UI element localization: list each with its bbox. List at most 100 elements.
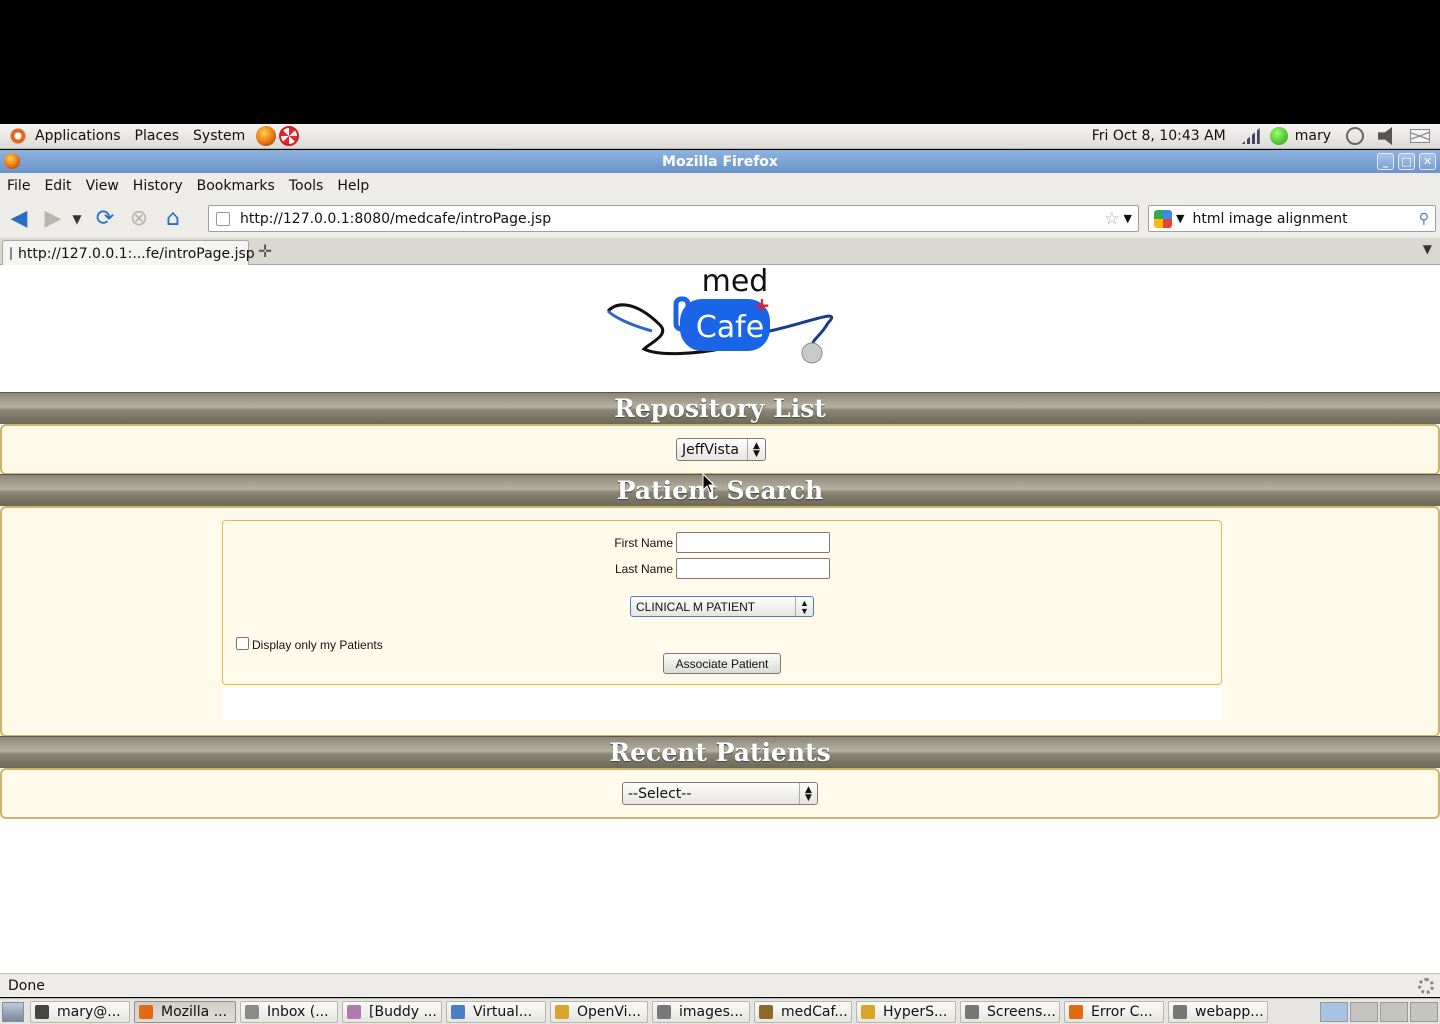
home-icon[interactable]: ⌂ — [158, 204, 188, 234]
network-signal-icon[interactable] — [1241, 128, 1260, 144]
taskbar-button[interactable]: webapp... — [1168, 1000, 1268, 1023]
recent-patients-header: Recent Patients — [0, 736, 1440, 768]
patient-search-form: First Name Last Name CLINICAL M PATIENT … — [222, 520, 1222, 685]
repository-select-value: JeffVista — [682, 441, 739, 458]
last-name-field[interactable] — [676, 558, 830, 579]
taskbar-button[interactable]: Screens... — [960, 1000, 1060, 1023]
tab-intro-page[interactable]: http://127.0.0.1:...fe/introPage.jsp — [2, 240, 255, 266]
maximize-icon[interactable]: □ — [1398, 153, 1415, 170]
places-menu[interactable]: Places — [128, 124, 187, 149]
recent-patients-select-value: --Select-- — [628, 785, 692, 802]
browser-menubar: File Edit View History Bookmarks Tools H… — [0, 173, 1440, 199]
taskbar-button[interactable]: Error C... — [1064, 1000, 1164, 1023]
tab-list-chevron-icon[interactable]: ▼ — [1423, 242, 1432, 256]
medcafe-logo: + med Cafe — [606, 265, 834, 364]
volume-icon[interactable] — [1378, 127, 1392, 145]
taskbar-button-label: Mozilla ... — [161, 1003, 228, 1020]
window-title: Mozilla Firefox — [662, 153, 778, 170]
back-arrow-icon[interactable]: ◀ — [4, 204, 34, 234]
workspace-4[interactable] — [1410, 1001, 1438, 1022]
taskbar-button[interactable]: Virtual... — [446, 1000, 546, 1023]
panel-username[interactable]: mary — [1288, 124, 1338, 149]
menu-help[interactable]: Help — [330, 178, 376, 194]
bookmark-star-icon[interactable]: ☆ — [1104, 209, 1119, 229]
menu-history[interactable]: History — [126, 178, 190, 194]
search-bar[interactable]: ▼ html image alignment ⚲ — [1148, 205, 1436, 232]
window-icon — [965, 1004, 979, 1019]
hypersnap-icon — [861, 1004, 875, 1019]
patient-select[interactable]: CLINICAL M PATIENT ▲ ▼ — [630, 596, 814, 617]
workspace-3[interactable] — [1380, 1001, 1408, 1022]
web-page: + med Cafe Repository List JeffVista ▲ ▼ … — [0, 265, 1440, 973]
taskbar-button[interactable]: images... — [652, 1000, 750, 1023]
taskbar-button-label: Inbox (... — [267, 1003, 329, 1020]
taskbar-button[interactable]: OpenVi... — [550, 1000, 648, 1023]
menu-view[interactable]: View — [79, 178, 126, 194]
stop-icon[interactable]: ⊗ — [124, 204, 154, 234]
system-menu[interactable]: System — [186, 124, 252, 149]
tab-title: http://127.0.0.1:...fe/introPage.jsp — [18, 245, 255, 262]
taskbar-button-label: [Buddy ... — [369, 1003, 437, 1020]
recent-patients-select[interactable]: --Select-- ▲ ▼ — [622, 782, 818, 805]
taskbar-button-label: Error C... — [1091, 1003, 1153, 1020]
address-text[interactable]: http://127.0.0.1:8080/medcafe/introPage.… — [240, 211, 1104, 227]
menu-file[interactable]: File — [0, 178, 37, 194]
taskbar-button[interactable]: Inbox (... — [240, 1000, 338, 1023]
window-icon — [657, 1004, 671, 1019]
display-only-my-patients-checkbox[interactable] — [236, 637, 249, 650]
help-launcher-icon[interactable] — [279, 126, 300, 146]
menu-tools[interactable]: Tools — [282, 178, 331, 194]
workspace-1[interactable] — [1320, 1001, 1348, 1022]
taskbar-button[interactable]: medCaf... — [754, 1000, 852, 1023]
taskbar-button[interactable]: [Buddy ... — [342, 1000, 442, 1023]
mail-notification-icon[interactable] — [1410, 129, 1430, 143]
repository-select[interactable]: JeffVista ▲ ▼ — [676, 438, 766, 461]
status-text: Done — [8, 977, 45, 994]
new-tab-icon[interactable]: ✛ — [258, 242, 272, 262]
taskbar-button[interactable]: Mozilla ... — [134, 1000, 236, 1023]
address-bar[interactable]: http://127.0.0.1:8080/medcafe/introPage.… — [208, 205, 1139, 232]
menu-edit[interactable]: Edit — [37, 178, 78, 194]
mail-icon — [245, 1004, 259, 1019]
minimize-icon[interactable]: _ — [1377, 153, 1394, 170]
taskbar-button-label: HyperS... — [883, 1003, 948, 1020]
taskbar-button[interactable]: mary@... — [30, 1000, 130, 1023]
browser-statusbar: Done — [0, 973, 1440, 997]
logo-cafe-text: Cafe — [696, 310, 764, 345]
panel-clock[interactable]: Fri Oct 8, 10:43 AM — [1082, 128, 1236, 144]
address-dropdown-icon[interactable]: ▼ — [1124, 212, 1132, 225]
window-icon — [1173, 1004, 1187, 1019]
task-list: mary@... Mozilla ... Inbox (... [Buddy ... V… — [30, 1000, 1272, 1023]
terminal-icon — [35, 1004, 49, 1019]
taskbar-button[interactable]: HyperS... — [856, 1000, 956, 1023]
applications-menu[interactable]: Applications — [28, 124, 128, 149]
repository-list-header: Repository List — [0, 392, 1440, 424]
google-engine-icon[interactable] — [1154, 209, 1172, 228]
search-icon[interactable]: ⚲ — [1419, 211, 1429, 227]
firefox-window-icon[interactable] — [4, 153, 20, 169]
site-identity-icon[interactable] — [216, 211, 230, 226]
history-dropdown-icon[interactable]: ▼ — [68, 204, 86, 234]
show-desktop-icon[interactable] — [2, 1001, 24, 1022]
reload-icon[interactable]: ⟳ — [90, 204, 120, 234]
forward-arrow-icon[interactable]: ▶ — [38, 204, 68, 234]
logo-med-text: med — [702, 265, 769, 299]
addon-gear-icon[interactable] — [1418, 978, 1434, 994]
close-icon[interactable]: ✕ — [1419, 153, 1436, 170]
firefox-launcher-icon[interactable] — [256, 126, 277, 146]
search-engine-dropdown-icon[interactable]: ▼ — [1176, 212, 1184, 225]
page-favicon-icon — [10, 247, 12, 260]
select-arrows-icon: ▲ ▼ — [747, 439, 765, 460]
tab-strip: http://127.0.0.1:...fe/introPage.jsp ✛ ▼ — [0, 238, 1440, 266]
select-arrows-icon: ▲ ▼ — [795, 597, 813, 616]
search-input[interactable]: html image alignment — [1192, 211, 1418, 227]
first-name-field[interactable] — [676, 532, 830, 553]
workspace-2[interactable] — [1350, 1001, 1378, 1022]
search-results-area — [222, 688, 1222, 720]
power-icon[interactable] — [1346, 127, 1364, 145]
associate-patient-button[interactable]: Associate Patient — [663, 653, 781, 674]
patient-search-panel: First Name Last Name CLINICAL M PATIENT … — [0, 506, 1440, 737]
patient-select-value: CLINICAL M PATIENT — [636, 599, 756, 614]
menu-bookmarks[interactable]: Bookmarks — [190, 178, 282, 194]
chat-icon — [347, 1004, 361, 1019]
